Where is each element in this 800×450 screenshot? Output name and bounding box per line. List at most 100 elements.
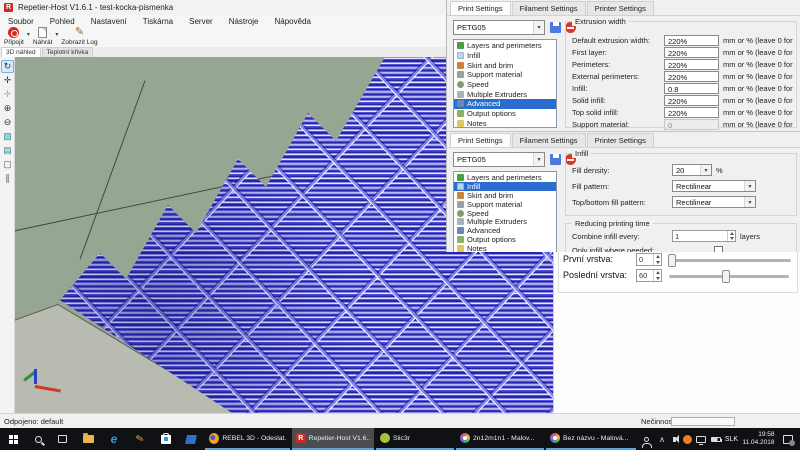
last-layer-spinner[interactable]: 60 bbox=[636, 269, 662, 282]
show-hidden-icons-button[interactable]: ∧ bbox=[656, 428, 668, 450]
page-advanced[interactable]: Advanced bbox=[454, 226, 556, 235]
rotate-view-button[interactable]: ↻ bbox=[1, 60, 14, 73]
last-layer-slider-handle[interactable] bbox=[722, 270, 730, 283]
save-preset-button[interactable] bbox=[549, 153, 562, 166]
page-notes[interactable]: Notes bbox=[454, 119, 556, 129]
display-tray-button[interactable] bbox=[694, 428, 708, 450]
spinner-arrows[interactable] bbox=[653, 254, 661, 265]
menu-item-server[interactable]: Server bbox=[181, 17, 221, 26]
connect-button[interactable]: Připojit bbox=[4, 27, 24, 46]
page-infill[interactable]: Infill bbox=[454, 51, 556, 61]
tab-temperature-curve[interactable]: Teplotní křivka bbox=[42, 47, 94, 57]
file-explorer-button[interactable] bbox=[76, 428, 100, 450]
blue-app-button[interactable] bbox=[180, 428, 202, 450]
menu-item-pohled[interactable]: Pohled bbox=[42, 17, 83, 26]
infill-width-input[interactable]: 0.8 bbox=[664, 83, 719, 94]
preset-combo[interactable]: PETG05 ▾ bbox=[453, 152, 545, 167]
start-button[interactable] bbox=[0, 428, 26, 450]
combine-infill-spinner[interactable]: 1 bbox=[672, 230, 736, 242]
battery-tray-button[interactable] bbox=[708, 428, 723, 450]
taskbar-paint2-button[interactable]: Bez názvu - Malová... bbox=[546, 428, 636, 450]
people-button[interactable] bbox=[638, 428, 654, 450]
action-center-button[interactable] bbox=[778, 428, 798, 450]
menu-item-tiskarna[interactable]: Tiskárna bbox=[135, 17, 181, 26]
tab-printer-settings[interactable]: Printer Settings bbox=[587, 133, 654, 147]
taskbar-paint1-button[interactable]: 2n12m1n1 - Malov... bbox=[456, 428, 544, 450]
clock[interactable]: 19:5811.04.2018 bbox=[741, 428, 776, 450]
slic3r-window-infill: Print Settings Filament Settings Printer… bbox=[446, 131, 800, 252]
page-notes[interactable]: Notes bbox=[454, 244, 556, 252]
page-output-options[interactable]: Output options bbox=[454, 109, 556, 119]
first-layer-slider-track[interactable] bbox=[669, 259, 791, 262]
taskbar-repetier-button[interactable]: R Repetier-Host V1.6... bbox=[292, 428, 374, 450]
page-multiple-extruders[interactable]: Multiple Extruders bbox=[454, 89, 556, 99]
fill-pattern-combo[interactable]: Rectilinear ▾ bbox=[672, 180, 756, 192]
volume-button[interactable] bbox=[668, 428, 681, 450]
parallel-projection-button[interactable]: ∥ bbox=[1, 172, 14, 185]
store-icon bbox=[161, 435, 171, 444]
page-multiple-extruders[interactable]: Multiple Extruders bbox=[454, 217, 556, 226]
page-support-material[interactable]: Support material bbox=[454, 70, 556, 80]
tab-3d-preview[interactable]: 3D náhled bbox=[1, 47, 41, 57]
taskbar-firefox-button[interactable]: REBEL 3D - Odeslat... bbox=[205, 428, 290, 450]
external-perimeters-width-input[interactable]: 220% bbox=[664, 71, 719, 82]
default-extrusion-width-input[interactable]: 220% bbox=[664, 35, 719, 46]
first-layer-spinner[interactable]: 0 bbox=[636, 253, 662, 266]
paint-app-button[interactable]: ✎ bbox=[128, 428, 152, 450]
edge-button[interactable]: e bbox=[102, 428, 126, 450]
last-layer-value: 60 bbox=[637, 270, 653, 281]
fill-density-combo[interactable]: 20 ▾ bbox=[672, 164, 712, 176]
isometric-view-button[interactable]: ▧ bbox=[1, 130, 14, 143]
menu-item-soubor[interactable]: Soubor bbox=[0, 17, 42, 26]
tab-printer-settings[interactable]: Printer Settings bbox=[587, 1, 654, 15]
first-layer-width-input[interactable]: 220% bbox=[664, 47, 719, 58]
page-layers-and-perimeters[interactable]: Layers and perimeters bbox=[454, 173, 556, 182]
perimeters-width-input[interactable]: 220% bbox=[664, 59, 719, 70]
page-skirt-and-brim[interactable]: Skirt and brim bbox=[454, 191, 556, 200]
search-button[interactable] bbox=[26, 428, 50, 450]
task-view-button[interactable] bbox=[50, 428, 74, 450]
menu-item-napoveda[interactable]: Nápověda bbox=[267, 17, 319, 26]
preset-combo[interactable]: PETG05 ▾ bbox=[453, 20, 545, 35]
page-output-options[interactable]: Output options bbox=[454, 235, 556, 244]
spinner-arrows[interactable] bbox=[727, 231, 735, 241]
tab-filament-settings[interactable]: Filament Settings bbox=[512, 133, 586, 147]
page-skirt-and-brim[interactable]: Skirt and brim bbox=[454, 60, 556, 70]
parallel-projection-icon: ∥ bbox=[5, 173, 10, 184]
tab-filament-settings[interactable]: Filament Settings bbox=[512, 1, 586, 15]
page-speed[interactable]: Speed bbox=[454, 80, 556, 90]
zoom-in-button[interactable]: ⊕ bbox=[1, 102, 14, 115]
show-log-button[interactable]: ✎ Zobrazit Log bbox=[61, 27, 97, 46]
load-dropdown-icon[interactable]: ▾ bbox=[55, 31, 58, 38]
move-view-button[interactable]: ✛ bbox=[1, 74, 14, 87]
move-object-button[interactable]: ✛ bbox=[1, 88, 14, 101]
antivirus-tray-button[interactable] bbox=[681, 428, 694, 450]
first-layer-slider-handle[interactable] bbox=[668, 254, 676, 267]
top-solid-infill-width-input[interactable]: 220% bbox=[664, 107, 719, 118]
page-support-material[interactable]: Support material bbox=[454, 200, 556, 209]
menu-item-nastaveni[interactable]: Nastavení bbox=[83, 17, 135, 26]
page-advanced[interactable]: Advanced bbox=[454, 99, 556, 109]
solid-infill-width-input[interactable]: 220% bbox=[664, 95, 719, 106]
tab-print-settings[interactable]: Print Settings bbox=[450, 1, 511, 15]
top-bottom-fill-pattern-combo[interactable]: Rectilinear ▾ bbox=[672, 196, 756, 208]
page-infill[interactable]: Infill bbox=[454, 182, 556, 191]
group-title: Reducing printing time bbox=[572, 219, 653, 228]
front-view-button[interactable]: ▤ bbox=[1, 144, 14, 157]
only-infill-where-needed-checkbox[interactable] bbox=[714, 246, 723, 253]
setting-label: Infill: bbox=[572, 84, 664, 93]
taskbar-slic3r-button[interactable]: Slic3r bbox=[376, 428, 454, 450]
perspective-cube-button[interactable]: ▢ bbox=[1, 158, 14, 171]
page-layers-and-perimeters[interactable]: Layers and perimeters bbox=[454, 41, 556, 51]
zoom-out-button[interactable]: ⊖ bbox=[1, 116, 14, 129]
store-button[interactable] bbox=[154, 428, 178, 450]
tab-print-settings[interactable]: Print Settings bbox=[450, 133, 511, 147]
language-indicator[interactable]: SLK bbox=[722, 428, 741, 450]
load-button[interactable]: Náhrát bbox=[33, 27, 53, 46]
menu-item-nastroje[interactable]: Nástroje bbox=[221, 17, 267, 26]
page-speed[interactable]: Speed bbox=[454, 209, 556, 218]
spinner-arrows[interactable] bbox=[653, 270, 661, 281]
connect-dropdown-icon[interactable]: ▾ bbox=[27, 31, 30, 38]
save-preset-button[interactable] bbox=[549, 21, 562, 34]
setting-label: Only infill where needed: bbox=[572, 246, 714, 253]
